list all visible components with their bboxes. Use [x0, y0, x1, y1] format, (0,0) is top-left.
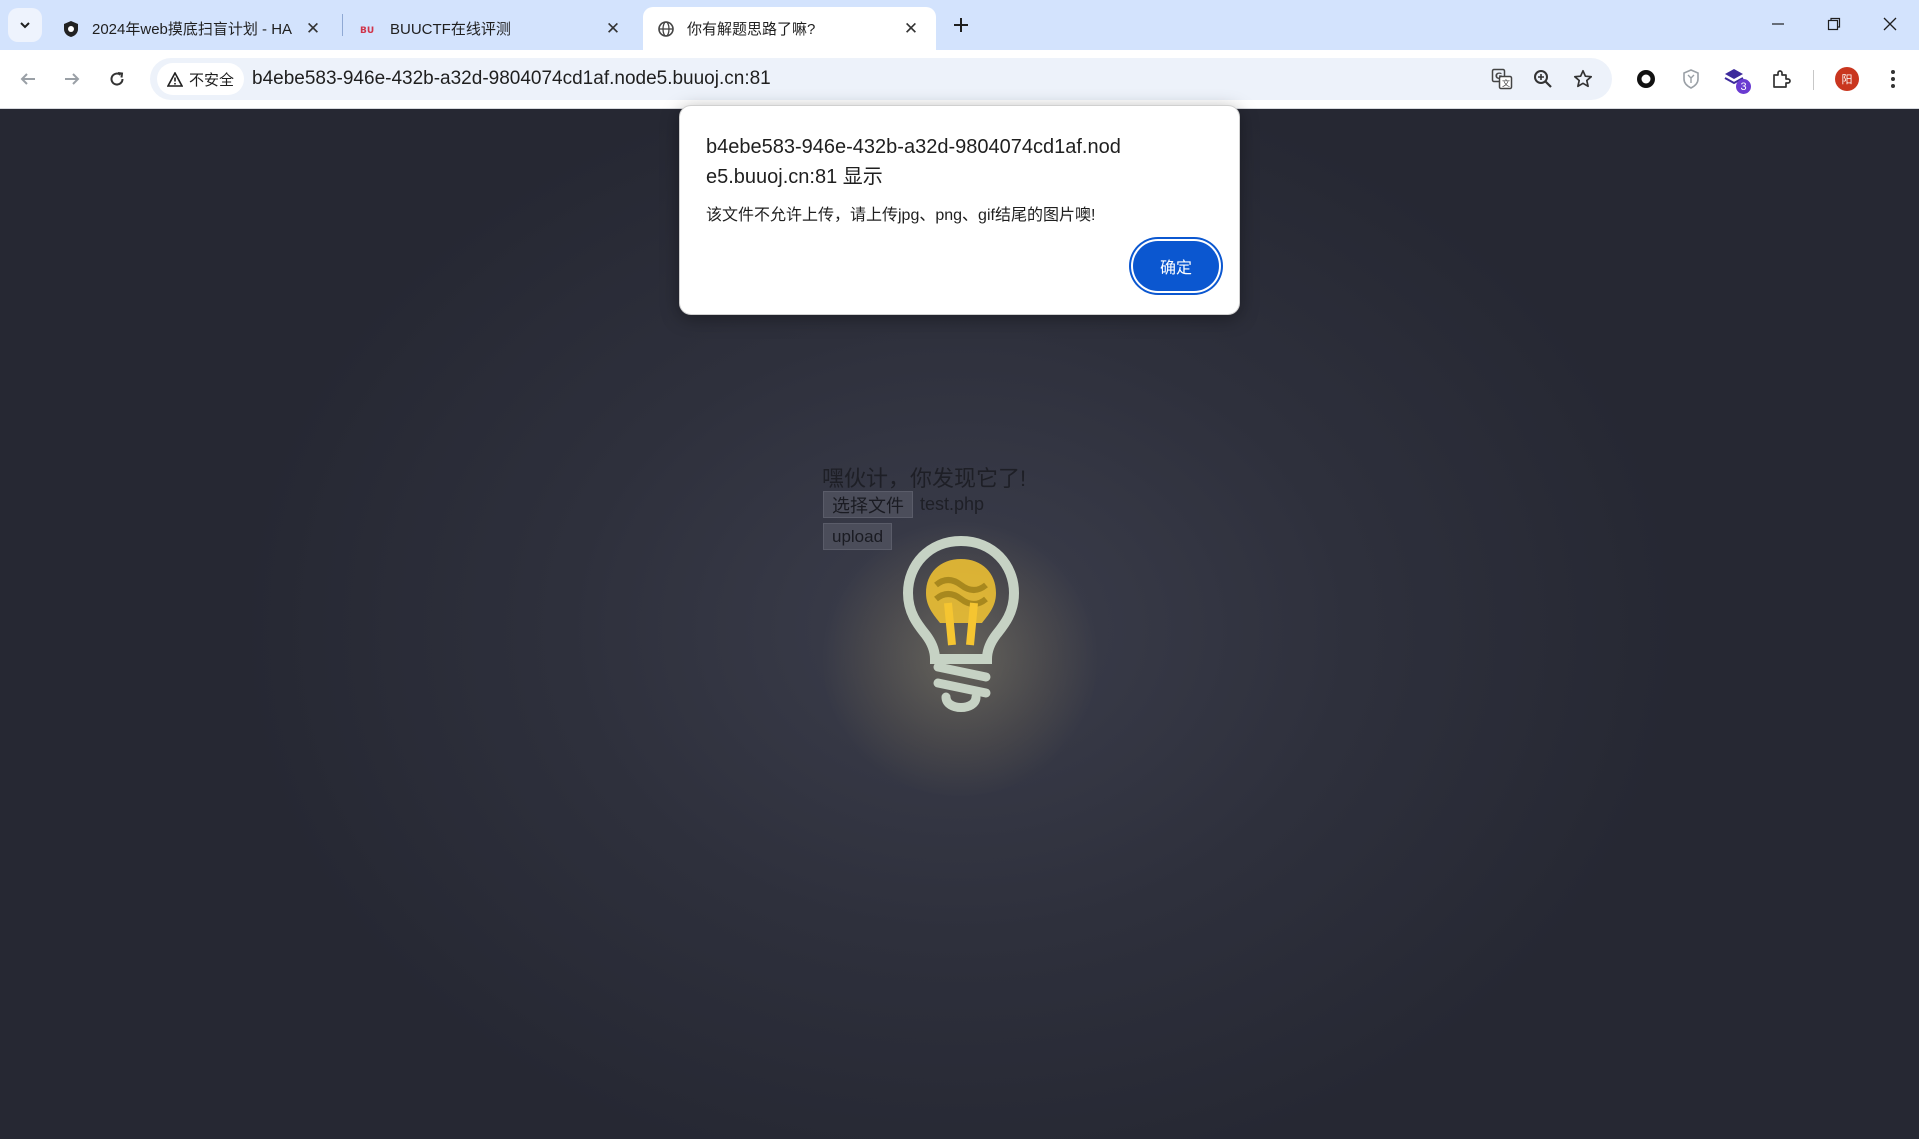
- close-window-button[interactable]: [1868, 6, 1912, 42]
- tab-search-button[interactable]: [8, 8, 42, 42]
- security-chip[interactable]: 不安全: [157, 63, 245, 95]
- address-bar[interactable]: 不安全 b4ebe583-946e-432b-a32d-9804074cd1af…: [150, 58, 1612, 100]
- new-tab-button[interactable]: [946, 10, 976, 40]
- choose-file-button[interactable]: 选择文件: [823, 491, 913, 518]
- globe-icon: [657, 20, 675, 38]
- avatar: 阳: [1835, 67, 1859, 91]
- profile-button[interactable]: 阳: [1830, 62, 1864, 96]
- tab-title: 你有解题思路了嘛?: [687, 21, 816, 38]
- back-button[interactable]: [11, 62, 45, 96]
- restore-button[interactable]: [1812, 6, 1856, 42]
- close-icon: [1883, 17, 1897, 31]
- menu-button[interactable]: [1876, 62, 1910, 96]
- ok-button[interactable]: 确定: [1133, 241, 1219, 291]
- minimize-icon: [1772, 23, 1784, 25]
- minimize-button[interactable]: [1756, 6, 1800, 42]
- tab-ha[interactable]: 2024年web摸底扫盲计划 - HA ✕: [48, 7, 338, 50]
- selected-file-name: test.php: [920, 494, 985, 514]
- warning-icon: [167, 71, 183, 87]
- security-label: 不安全: [189, 71, 235, 89]
- tab-title: 2024年web摸底扫盲计划 - HA: [92, 21, 293, 38]
- extension-badge: 3: [1736, 79, 1751, 94]
- extension-stack-icon[interactable]: 3: [1719, 62, 1753, 96]
- svg-text:BU: BU: [360, 26, 374, 36]
- tab-buuctf[interactable]: BU BUUCTF在线评测 ✕: [346, 7, 638, 50]
- zoom-icon[interactable]: [1530, 66, 1556, 92]
- svg-text:文: 文: [1502, 78, 1510, 88]
- tab-active[interactable]: 你有解题思路了嘛? ✕: [643, 7, 936, 50]
- dialog-message: 该文件不允许上传，请上传jpg、png、gif结尾的图片噢!: [706, 207, 1096, 224]
- tab-close-icon[interactable]: ✕: [302, 18, 324, 40]
- dialog-title: b4ebe583-946e-432b-a32d-9804074cd1af.nod…: [706, 136, 1121, 188]
- forward-arrow-icon: [65, 73, 80, 85]
- more-vertical-icon: [1891, 70, 1895, 88]
- buuctf-favicon-icon: BU: [360, 20, 378, 38]
- reload-icon: [110, 72, 124, 86]
- back-arrow-icon: [20, 73, 35, 85]
- url-text[interactable]: b4ebe583-946e-432b-a32d-9804074cd1af.nod…: [252, 68, 771, 90]
- tab-title: BUUCTF在线评测: [390, 21, 511, 38]
- reload-button[interactable]: [100, 62, 134, 96]
- toolbar-divider: [1813, 70, 1814, 90]
- extension-circle-icon[interactable]: [1629, 62, 1663, 96]
- forward-button[interactable]: [55, 62, 89, 96]
- tab-divider: [342, 14, 343, 36]
- translate-icon[interactable]: G文: [1489, 66, 1515, 92]
- chevron-down-icon: [20, 22, 30, 29]
- shield-favicon-icon: [62, 20, 80, 38]
- lightbulb-icon: [902, 535, 1020, 712]
- tab-close-icon[interactable]: ✕: [900, 18, 922, 40]
- tab-close-icon[interactable]: ✕: [602, 18, 624, 40]
- restore-icon: [1827, 17, 1841, 31]
- file-input[interactable]: 选择文件 test.php: [823, 491, 984, 518]
- alert-dialog: b4ebe583-946e-432b-a32d-9804074cd1af.nod…: [679, 105, 1240, 315]
- extensions-puzzle-icon[interactable]: [1764, 62, 1798, 96]
- browser-toolbar: 不安全 b4ebe583-946e-432b-a32d-9804074cd1af…: [0, 50, 1919, 109]
- tab-strip: 2024年web摸底扫盲计划 - HA ✕ BU BUUCTF在线评测 ✕ 你有…: [0, 0, 1919, 50]
- extension-shield-icon[interactable]: [1674, 62, 1708, 96]
- plus-icon: [954, 18, 968, 32]
- bookmark-star-icon[interactable]: [1570, 66, 1596, 92]
- hint-text: 嘿伙计，你发现它了!: [822, 466, 1027, 491]
- upload-button[interactable]: upload: [823, 523, 893, 550]
